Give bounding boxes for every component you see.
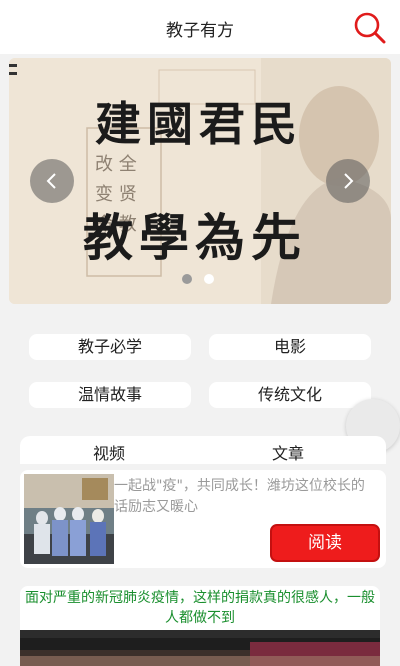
- page-title: 教子有方: [166, 21, 234, 41]
- chevron-left-icon: [46, 173, 56, 189]
- carousel-prev-button[interactable]: [30, 159, 74, 203]
- video-caption: 面对严重的新冠肺炎疫情，这样的捐款真的很感人，一般人都做不到: [25, 590, 375, 626]
- read-button[interactable]: 阅读: [270, 524, 380, 562]
- category-button-culture[interactable]: 传统文化: [209, 382, 371, 408]
- carousel-dot[interactable]: [204, 274, 214, 284]
- chevron-right-icon: [344, 173, 354, 189]
- search-icon[interactable]: [352, 10, 388, 46]
- carousel-next-button[interactable]: [326, 159, 370, 203]
- article-headline[interactable]: 一起战"疫"，共同成长！潍坊这位校长的话励志又暖心: [114, 476, 376, 518]
- category-button-movies[interactable]: 电影: [209, 334, 371, 360]
- article-thumbnail: [24, 474, 114, 564]
- banner-calligraphy-line1: 建國君民: [95, 97, 303, 151]
- banner-calligraphy-line2: 教學為先: [83, 208, 307, 267]
- banner-carousel[interactable]: 改 全 变 贤 命 教 建國君民 教學為先: [9, 58, 391, 304]
- carousel-dot-active[interactable]: [182, 274, 192, 284]
- tab-videos[interactable]: 视频: [93, 440, 125, 464]
- video-card[interactable]: 面对严重的新冠肺炎疫情，这样的捐款真的很感人，一般人都做不到: [20, 586, 380, 666]
- svg-text:改 全: 改 全: [95, 154, 137, 175]
- category-button-stories[interactable]: 温情故事: [29, 382, 191, 408]
- category-button-parenting[interactable]: 教子必学: [29, 334, 191, 360]
- tab-articles[interactable]: 文章: [272, 440, 304, 464]
- content-tabs: 视频 文章: [20, 436, 386, 464]
- header-bar: 教子有方: [0, 0, 400, 54]
- article-card[interactable]: 一起战"疫"，共同成长！潍坊这位校长的话励志又暖心 阅读: [20, 470, 386, 568]
- video-thumbnail: [20, 630, 380, 666]
